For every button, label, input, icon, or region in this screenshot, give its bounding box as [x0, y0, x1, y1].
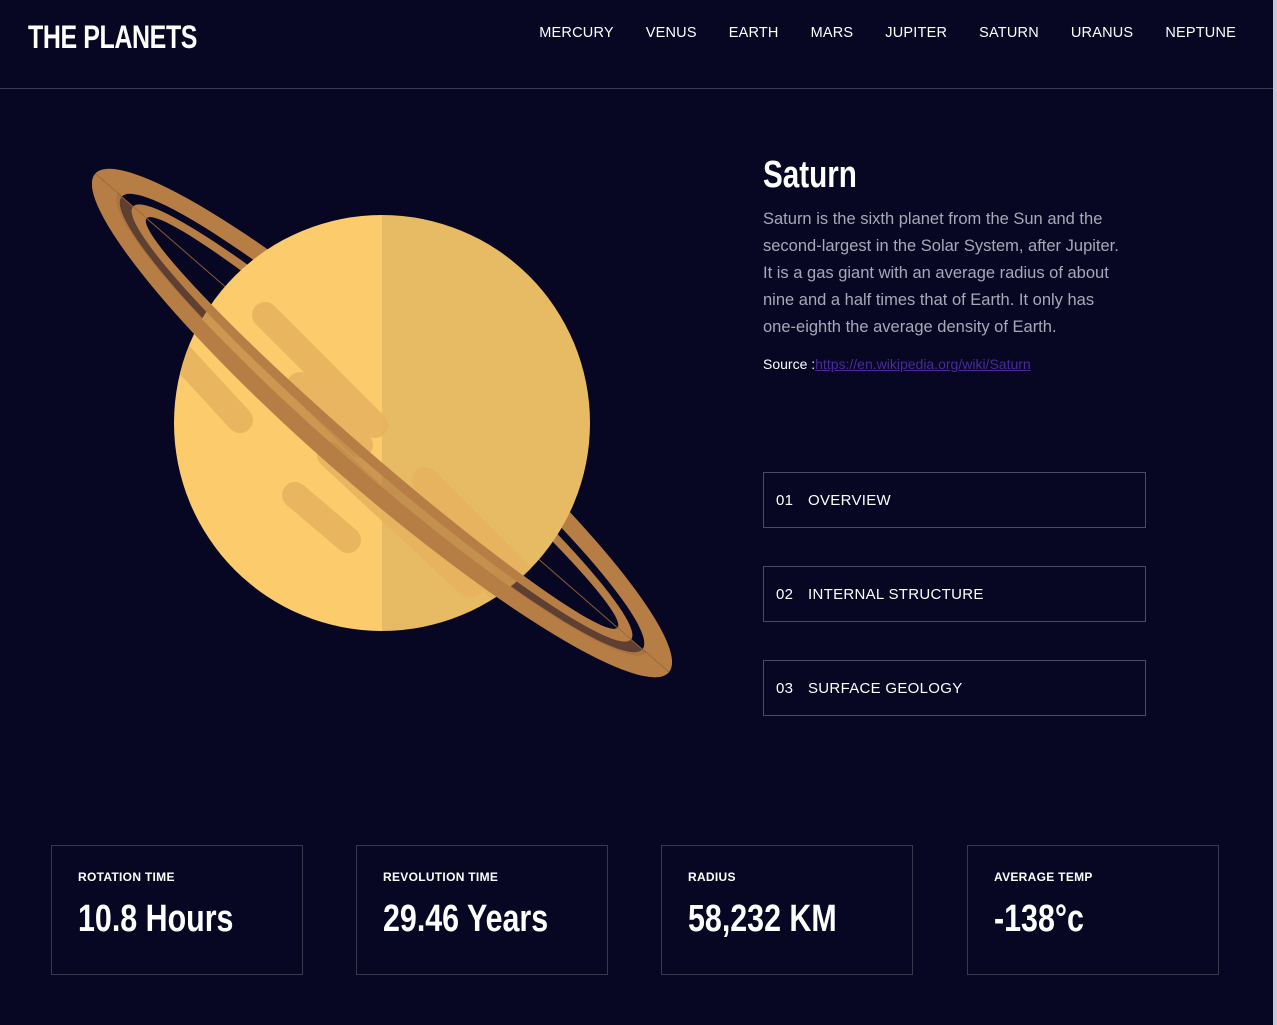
tab-overview[interactable]: 01 OVERVIEW [763, 472, 1146, 528]
tab-label: SURFACE GEOLOGY [808, 679, 963, 697]
saturn-illustration [91, 168, 673, 678]
tab-internal-structure[interactable]: 02 INTERNAL STRUCTURE [763, 566, 1146, 622]
tab-surface-geology[interactable]: 03 SURFACE GEOLOGY [763, 660, 1146, 716]
stat-value: 10.8 Hours [78, 898, 234, 940]
site-logo[interactable]: THE PLANETS [28, 19, 197, 56]
tab-number: 03 [776, 679, 794, 697]
stat-revolution-time: REVOLUTION TIME 29.46 Years [356, 845, 608, 975]
stat-label: AVERAGE TEMP [994, 870, 1093, 884]
page-scrollbar[interactable] [1273, 0, 1277, 1025]
site-header: THE PLANETS MERCURY VENUS EARTH MARS JUP… [0, 0, 1273, 89]
nav-mars[interactable]: MARS [811, 25, 854, 41]
source-link[interactable]: https://en.wikipedia.org/wiki/Saturn [815, 356, 1031, 372]
source-label: Source : [763, 356, 816, 372]
stat-radius: RADIUS 58,232 KM [661, 845, 913, 975]
tab-label: OVERVIEW [808, 491, 891, 509]
planet-nav: MERCURY VENUS EARTH MARS JUPITER SATURN … [507, 25, 1236, 41]
stat-label: ROTATION TIME [78, 870, 175, 884]
planet-info: Saturn Saturn is the sixth planet from t… [763, 150, 1148, 372]
stat-label: REVOLUTION TIME [383, 870, 499, 884]
stat-label: RADIUS [688, 870, 736, 884]
stat-value: -138°c [994, 898, 1084, 940]
tab-number: 01 [776, 491, 794, 509]
nav-mercury[interactable]: MERCURY [539, 25, 613, 41]
nav-uranus[interactable]: URANUS [1071, 25, 1133, 41]
planet-description: Saturn is the sixth planet from the Sun … [763, 210, 1119, 336]
nav-jupiter[interactable]: JUPITER [885, 25, 947, 41]
tab-label: INTERNAL STRUCTURE [808, 585, 984, 603]
stat-average-temp: AVERAGE TEMP -138°c [967, 845, 1219, 975]
nav-saturn[interactable]: SATURN [979, 25, 1039, 41]
planet-title: Saturn [763, 154, 857, 196]
nav-neptune[interactable]: NEPTUNE [1165, 25, 1236, 41]
stat-value: 29.46 Years [383, 898, 549, 940]
stat-value: 58,232 KM [688, 898, 837, 940]
nav-earth[interactable]: EARTH [729, 25, 779, 41]
nav-venus[interactable]: VENUS [646, 25, 697, 41]
tab-number: 02 [776, 585, 794, 603]
source-line: Source :https://en.wikipedia.org/wiki/Sa… [763, 356, 1148, 372]
stat-rotation-time: ROTATION TIME 10.8 Hours [51, 845, 303, 975]
